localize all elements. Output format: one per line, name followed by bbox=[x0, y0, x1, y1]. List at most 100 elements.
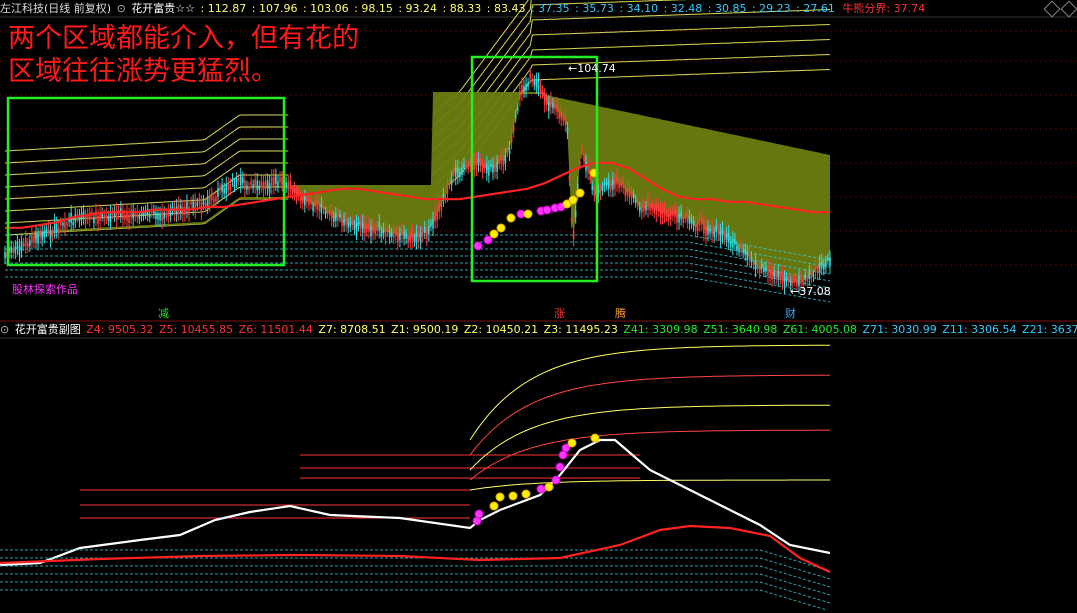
candle-body bbox=[552, 103, 554, 109]
candle-body bbox=[260, 181, 263, 188]
candle-body bbox=[593, 191, 596, 197]
flower-dot bbox=[489, 229, 499, 239]
candle-body bbox=[676, 213, 678, 223]
candle-body bbox=[701, 217, 703, 225]
candle-body bbox=[494, 163, 496, 172]
candle-body bbox=[421, 231, 424, 237]
candle-body bbox=[250, 181, 252, 185]
price-high-value: 104.74 bbox=[577, 62, 616, 75]
candle-body bbox=[138, 215, 141, 220]
candle-body bbox=[426, 232, 428, 240]
sub-value: Z11: 3306.54 bbox=[938, 323, 1017, 336]
candle-body bbox=[533, 80, 536, 85]
candle-body bbox=[376, 226, 378, 232]
candle-body bbox=[610, 184, 612, 191]
candle-body bbox=[829, 257, 831, 267]
candle-body bbox=[678, 213, 680, 223]
candle-body bbox=[316, 199, 319, 210]
chart-stage: 左江科技(日线 前复权) ⊙ 花开富贵☆☆ : 112.87 : 107.96 … bbox=[0, 0, 1077, 612]
candle-body bbox=[477, 158, 480, 166]
candle-body bbox=[636, 201, 639, 206]
candle-body bbox=[403, 231, 405, 239]
candle-body bbox=[709, 229, 711, 234]
candle-body bbox=[496, 162, 498, 172]
dropdown-icon[interactable]: ⊙ bbox=[0, 323, 9, 336]
candle-body bbox=[632, 194, 635, 199]
candle-body bbox=[363, 223, 366, 234]
candle-body bbox=[291, 190, 294, 195]
candle-body bbox=[337, 214, 339, 221]
candle-body bbox=[324, 211, 327, 215]
candle-body bbox=[372, 225, 374, 234]
candle-body bbox=[463, 163, 465, 170]
indicator-name[interactable]: 花开富贵☆☆ bbox=[131, 2, 195, 15]
candle-body bbox=[434, 212, 436, 222]
candle-body bbox=[239, 175, 242, 186]
candle-body bbox=[779, 276, 782, 281]
candle-body bbox=[109, 212, 112, 223]
upper-band-line bbox=[4, 114, 289, 152]
candle-body bbox=[777, 271, 780, 280]
candle-body bbox=[39, 230, 41, 238]
candle-body bbox=[692, 221, 695, 227]
candle-body bbox=[394, 231, 397, 236]
candle-body bbox=[233, 182, 236, 188]
candle-body bbox=[529, 73, 531, 79]
candle-body bbox=[268, 183, 271, 193]
candle-body bbox=[574, 210, 577, 218]
candle-body bbox=[688, 216, 691, 224]
candle-body bbox=[246, 185, 248, 190]
candle-body bbox=[124, 214, 126, 220]
lower-band-line bbox=[5, 269, 831, 296]
candle-body bbox=[579, 160, 581, 165]
candle-body bbox=[436, 211, 438, 221]
candle-body bbox=[413, 238, 416, 243]
candle-body bbox=[217, 188, 219, 197]
candle-body bbox=[698, 218, 701, 226]
candle-body bbox=[26, 242, 29, 248]
candle-body bbox=[663, 208, 666, 217]
candle-body bbox=[667, 213, 670, 220]
main-header: 左江科技(日线 前复权) ⊙ 花开富贵☆☆ : 112.87 : 107.96 … bbox=[0, 1, 927, 17]
flower-dot bbox=[483, 235, 493, 245]
candle-body bbox=[723, 235, 726, 240]
candle-body bbox=[423, 227, 426, 234]
candle-body bbox=[256, 180, 259, 191]
candle-body bbox=[587, 165, 589, 174]
sub-lower-band bbox=[0, 573, 831, 596]
candle-body bbox=[641, 205, 643, 213]
sub-panel-title[interactable]: 花开富贵副图 bbox=[15, 323, 81, 336]
candle-body bbox=[601, 186, 604, 192]
candle-body bbox=[562, 117, 565, 121]
sub-lower-band bbox=[0, 589, 831, 612]
candle-body bbox=[330, 211, 333, 220]
candle-body bbox=[746, 252, 749, 260]
candle-body bbox=[18, 246, 21, 255]
stock-name[interactable]: 左江科技(日线 前复权) bbox=[0, 2, 111, 15]
candle-body bbox=[134, 212, 137, 217]
candle-body bbox=[620, 182, 622, 188]
annotation-line-2: 区域往往涨势更猛烈。 bbox=[8, 56, 278, 87]
candle-body bbox=[221, 184, 223, 192]
candle-body bbox=[686, 213, 689, 222]
candle-body bbox=[510, 135, 513, 143]
sub-flower-dot bbox=[495, 492, 505, 502]
candle-body bbox=[794, 277, 796, 282]
candle-body bbox=[84, 215, 87, 224]
sub-flower-dot bbox=[521, 489, 531, 499]
candle-body bbox=[454, 167, 457, 178]
candle-body bbox=[820, 260, 823, 269]
candle-body bbox=[167, 210, 170, 217]
candle-body bbox=[628, 188, 631, 198]
candle-body bbox=[72, 221, 75, 225]
candle-body bbox=[492, 164, 494, 173]
dropdown-icon[interactable]: ⊙ bbox=[117, 2, 126, 15]
candle-body bbox=[51, 231, 54, 237]
upper-band-line bbox=[4, 174, 289, 212]
candle-body bbox=[45, 228, 48, 233]
level-value: : 112.87 bbox=[200, 2, 247, 15]
candle-body bbox=[103, 214, 106, 220]
candle-body bbox=[428, 226, 430, 235]
candle-body bbox=[210, 193, 213, 200]
sub-value: Z3: 11495.23 bbox=[540, 323, 618, 336]
